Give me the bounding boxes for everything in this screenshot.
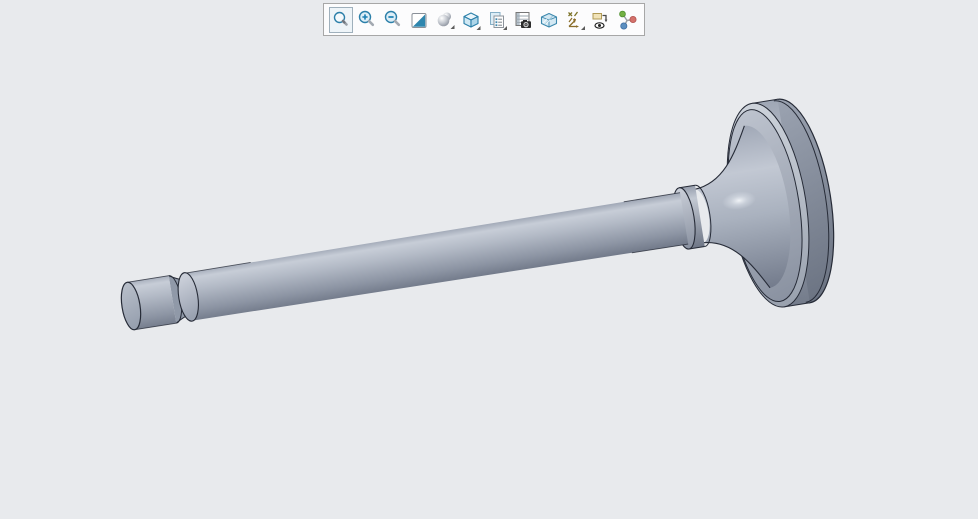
view-manager-icon: [490, 11, 507, 30]
view-manager-button[interactable]: [485, 7, 509, 33]
repaint-button[interactable]: [407, 7, 431, 33]
graphics-toolbar: [323, 3, 645, 36]
datum-display-filters-button[interactable]: [563, 7, 587, 33]
zoom-region-button[interactable]: [329, 6, 353, 33]
valve-3d-model[interactable]: [0, 0, 978, 514]
spin-center-icon: [619, 10, 637, 29]
zoom-in-button[interactable]: [355, 7, 379, 33]
zoom-in-icon: [358, 10, 375, 26]
valve-stem[interactable]: [186, 192, 689, 323]
perspective-view-icon: [540, 12, 558, 28]
spin-center-button[interactable]: [615, 7, 639, 33]
saved-orientations-button[interactable]: [459, 7, 483, 33]
annotation-display-icon: [592, 12, 608, 29]
zoom-out-button[interactable]: [381, 7, 405, 33]
dropdown-arrow: [581, 25, 585, 30]
valve-part[interactable]: [106, 94, 846, 410]
perspective-view-button[interactable]: [537, 7, 561, 33]
dropdown-arrow: [450, 24, 455, 29]
zoom-region-icon: [333, 11, 348, 26]
saved-orientations-icon: [463, 11, 481, 30]
image-capture-icon: [515, 11, 531, 28]
display-style-button[interactable]: [433, 7, 457, 33]
repaint-icon: [411, 12, 427, 28]
dropdown-arrow: [476, 25, 481, 30]
zoom-out-icon: [384, 10, 401, 26]
display-style-icon: [437, 12, 455, 29]
image-capture-button[interactable]: [511, 7, 535, 33]
datum-display-filters-icon: [568, 11, 585, 30]
model-viewport[interactable]: [0, 0, 978, 514]
annotation-display-button[interactable]: [589, 7, 613, 33]
